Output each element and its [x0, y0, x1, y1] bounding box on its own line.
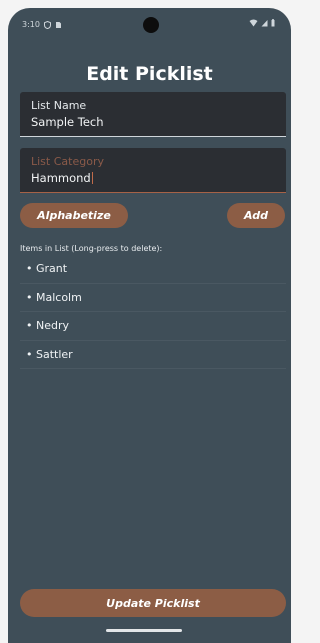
item-list: • Grant • Malcolm • Nedry • Sattler	[20, 255, 286, 369]
alphabetize-button[interactable]: Alphabetize	[20, 203, 128, 228]
status-time: 3:10	[22, 20, 40, 29]
list-item[interactable]: • Grant	[20, 255, 286, 284]
home-indicator[interactable]	[106, 629, 182, 632]
list-name-value[interactable]: Sample Tech	[31, 115, 104, 129]
list-item[interactable]: • Nedry	[20, 312, 286, 341]
list-name-label: List Name	[31, 99, 87, 112]
app-screen: 3:10 Edit Picklist List Name Sample Tech	[8, 8, 291, 643]
list-item[interactable]: • Malcolm	[20, 284, 286, 312]
list-category-input[interactable]: Hammond	[31, 171, 93, 185]
list-category-label: List Category	[31, 155, 104, 168]
shield-icon	[43, 20, 51, 30]
text-cursor	[91, 172, 93, 184]
list-category-field[interactable]: List Category Hammond	[20, 148, 286, 193]
add-button[interactable]: Add	[227, 203, 285, 228]
list-header: Items in List (Long-press to delete):	[20, 244, 163, 253]
battery-icon	[271, 19, 275, 29]
sim-icon	[55, 21, 62, 28]
list-name-field[interactable]: List Name Sample Tech	[20, 92, 286, 137]
status-bar: 3:10	[8, 8, 291, 44]
status-left: 3:10	[22, 20, 62, 30]
camera-cutout	[143, 17, 159, 33]
status-right	[249, 19, 275, 29]
wifi-icon	[249, 19, 258, 29]
page-title: Edit Picklist	[86, 63, 213, 85]
list-category-value: Hammond	[31, 171, 91, 185]
update-picklist-button[interactable]: Update Picklist	[20, 589, 286, 617]
list-item[interactable]: • Sattler	[20, 341, 286, 369]
signal-icon	[261, 19, 268, 29]
